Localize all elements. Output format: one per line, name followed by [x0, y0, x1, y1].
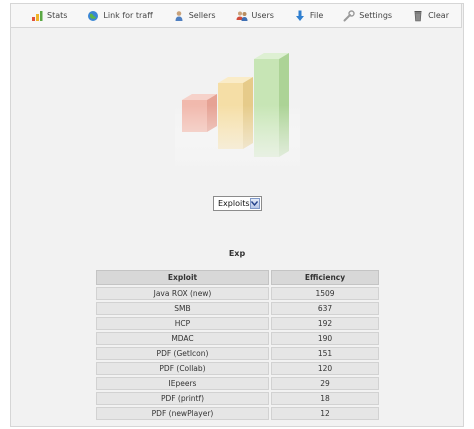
exploit-efficiency-table: Exploit Efficiency Java ROX (new) 1509 S…	[94, 268, 381, 422]
users-icon	[236, 11, 248, 21]
toolbar-file-button[interactable]: File	[294, 10, 323, 22]
efficiency-cell: 1509	[271, 287, 379, 300]
toolbar-file-label: File	[309, 11, 324, 20]
toolbar-stats-label: Stats	[47, 11, 68, 20]
table-row: HCP 192	[96, 317, 379, 330]
column-header-exploit: Exploit	[96, 270, 269, 285]
stats-icon	[32, 10, 43, 21]
globe-icon	[88, 10, 99, 21]
toolbar-clear-button[interactable]: Clear	[412, 10, 449, 22]
section-title: Exp	[228, 249, 246, 258]
efficiency-cell: 190	[271, 332, 379, 345]
exploit-name-cell: PDF (printf)	[96, 392, 269, 405]
exploit-name-cell: IEpeers	[96, 377, 269, 390]
table-row: MDAC 190	[96, 332, 379, 345]
toolbar-sellers-button[interactable]: Sellers	[173, 10, 216, 22]
toolbar-link-for-traff-label: Link for traff	[103, 11, 153, 20]
exploits-select-value: Exploits	[218, 199, 250, 208]
trash-icon	[414, 10, 422, 21]
wrench-icon	[343, 9, 355, 21]
exploit-name-cell: MDAC	[96, 332, 269, 345]
toolbar-stats-button[interactable]: Stats	[31, 10, 67, 22]
toolbar-users-button[interactable]: Users	[236, 10, 274, 22]
table-row: PDF (Collab) 120	[96, 362, 379, 375]
efficiency-cell: 192	[271, 317, 379, 330]
toolbar-link-for-traff-button[interactable]: Link for traff	[87, 10, 153, 22]
efficiency-cell: 18	[271, 392, 379, 405]
person-icon	[175, 10, 183, 21]
download-arrow-icon	[295, 10, 304, 21]
table-row: IEpeers 29	[96, 377, 379, 390]
exploits-select[interactable]: Exploits	[213, 196, 262, 211]
exploit-name-cell: PDF (GetIcon)	[96, 347, 269, 360]
column-header-efficiency: Efficiency	[271, 270, 379, 285]
top-toolbar: Stats Link for traff Sellers Users File	[10, 3, 462, 28]
efficiency-cell: 12	[271, 407, 379, 420]
table-row: PDF (GetIcon) 151	[96, 347, 379, 360]
exploit-name-cell: SMB	[96, 302, 269, 315]
efficiency-cell: 29	[271, 377, 379, 390]
efficiency-cell: 151	[271, 347, 379, 360]
exploit-name-cell: PDF (newPlayer)	[96, 407, 269, 420]
exploit-name-cell: HCP	[96, 317, 269, 330]
table-row: Java ROX (new) 1509	[96, 287, 379, 300]
table-row: SMB 637	[96, 302, 379, 315]
toolbar-users-label: Users	[251, 11, 274, 20]
efficiency-cell: 120	[271, 362, 379, 375]
table-row: PDF (newPlayer) 12	[96, 407, 379, 420]
chevron-down-icon[interactable]	[249, 198, 260, 209]
toolbar-settings-label: Settings	[359, 11, 393, 20]
toolbar-settings-button[interactable]: Settings	[343, 9, 393, 22]
table-header-row: Exploit Efficiency	[96, 270, 379, 285]
table-row: PDF (printf) 18	[96, 392, 379, 405]
toolbar-sellers-label: Sellers	[188, 11, 216, 20]
exploit-name-cell: PDF (Collab)	[96, 362, 269, 375]
exploit-name-cell: Java ROX (new)	[96, 287, 269, 300]
efficiency-cell: 637	[271, 302, 379, 315]
toolbar-clear-label: Clear	[428, 11, 449, 20]
bar-chart-logo-icon	[175, 53, 300, 170]
